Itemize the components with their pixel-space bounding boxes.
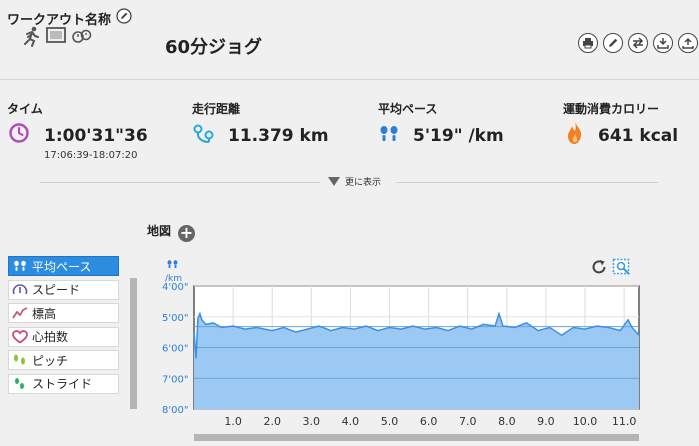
expand-divider-right — [396, 182, 658, 183]
x-tick-label: 4.0 — [342, 415, 360, 428]
edit-name-icon[interactable] — [116, 8, 132, 24]
x-tick-label: 5.0 — [381, 415, 399, 428]
metric-item-label: 平均ペース — [32, 259, 92, 274]
y-unit-icon — [167, 260, 178, 268]
map-add-button[interactable]: + — [178, 225, 195, 242]
x-tick-label: 6.0 — [420, 415, 438, 428]
transfer-icon — [632, 37, 644, 49]
speedometer-icon — [12, 283, 28, 297]
chart-horizontal-scrollbar[interactable] — [194, 434, 639, 441]
stopwatch-icon — [72, 29, 92, 43]
distance-label: 走行距離 — [192, 102, 241, 116]
x-tick-label: 8.0 — [498, 415, 516, 428]
time-label: タイム — [7, 102, 43, 116]
footsteps-icon — [380, 126, 398, 141]
elevation-icon — [12, 306, 28, 320]
metric-item-label: スピード — [32, 283, 81, 297]
metric-item-1[interactable]: スピード — [8, 279, 119, 300]
x-tick-label: 11.0 — [612, 415, 637, 428]
metric-item-2[interactable]: 標高 — [8, 303, 119, 323]
show-more-label: 更に表示 — [345, 178, 382, 188]
route-icon — [193, 124, 214, 143]
print-icon — [583, 38, 593, 49]
metric-item-0[interactable]: 平均ペース — [8, 256, 119, 276]
metric-list-scrollbar[interactable] — [130, 278, 137, 409]
toolbar — [578, 33, 698, 53]
header-divider — [0, 79, 699, 80]
metric-item-label: 心拍数 — [32, 330, 69, 344]
pace-chart[interactable]: /km4'00"5'00"6'00"7'00"8'00"1.0 2.0 3.0 4.0… — [162, 255, 642, 433]
pace-label: 平均ペース — [378, 102, 438, 116]
time-value: 1:00'31"36 — [44, 126, 148, 146]
show-more-toggle[interactable]: 更に表示 — [328, 175, 381, 188]
plus-icon: + — [179, 223, 194, 242]
calories-value: 641 kcal — [598, 126, 679, 146]
expand-divider-left — [40, 182, 320, 183]
y-tick-label: 4'00" — [162, 282, 188, 293]
upload-icon — [682, 37, 694, 49]
metric-item-3[interactable]: 心拍数 — [8, 326, 119, 347]
upload-button[interactable] — [678, 33, 698, 53]
clock-icon — [9, 123, 29, 143]
x-tick-label: 7.0 — [459, 415, 477, 428]
calories-label: 運動消費カロリー — [563, 102, 660, 116]
x-tick-label: 10.0 — [573, 415, 598, 428]
footprints-icon — [12, 353, 28, 367]
y-tick-label: 6'00" — [162, 344, 188, 355]
export-button[interactable] — [653, 33, 673, 53]
flame-icon — [568, 122, 582, 144]
y-tick-label: 8'00" — [162, 405, 188, 416]
metric-item-5[interactable]: ストライド — [8, 373, 119, 394]
x-tick-label: 9.0 — [537, 415, 555, 428]
metric-item-label: ストライド — [32, 377, 93, 391]
y-tick-label: 5'00" — [162, 313, 188, 324]
pace-value: 5'19" /km — [413, 126, 504, 146]
workout-title: 60分ジョグ — [165, 37, 263, 58]
activity-type-icons — [17, 25, 92, 51]
metric-item-label: ピッチ — [32, 353, 69, 368]
footsteps-icon — [12, 260, 28, 272]
transfer-button[interactable] — [628, 33, 648, 53]
triangle-down-icon — [328, 177, 340, 186]
heart-icon — [12, 329, 28, 344]
export-icon — [657, 38, 669, 49]
metric-item-label: 標高 — [32, 306, 57, 321]
print-button[interactable] — [578, 33, 598, 53]
metric-item-4[interactable]: ピッチ — [8, 350, 119, 370]
time-range: 17:06:39-18:07:20 — [44, 150, 138, 161]
stride-icon — [12, 377, 28, 391]
x-tick-label: 3.0 — [303, 415, 321, 428]
edit-icon — [609, 38, 618, 47]
y-tick-label: 7'00" — [162, 374, 188, 385]
distance-value: 11.379 km — [228, 126, 329, 146]
x-tick-label: 2.0 — [263, 415, 281, 428]
runner-icon — [24, 26, 39, 47]
x-tick-label: 1.0 — [224, 415, 242, 428]
edit-button[interactable] — [603, 33, 623, 53]
treadmill-icon — [46, 27, 66, 43]
map-label: 地図 — [147, 224, 172, 238]
